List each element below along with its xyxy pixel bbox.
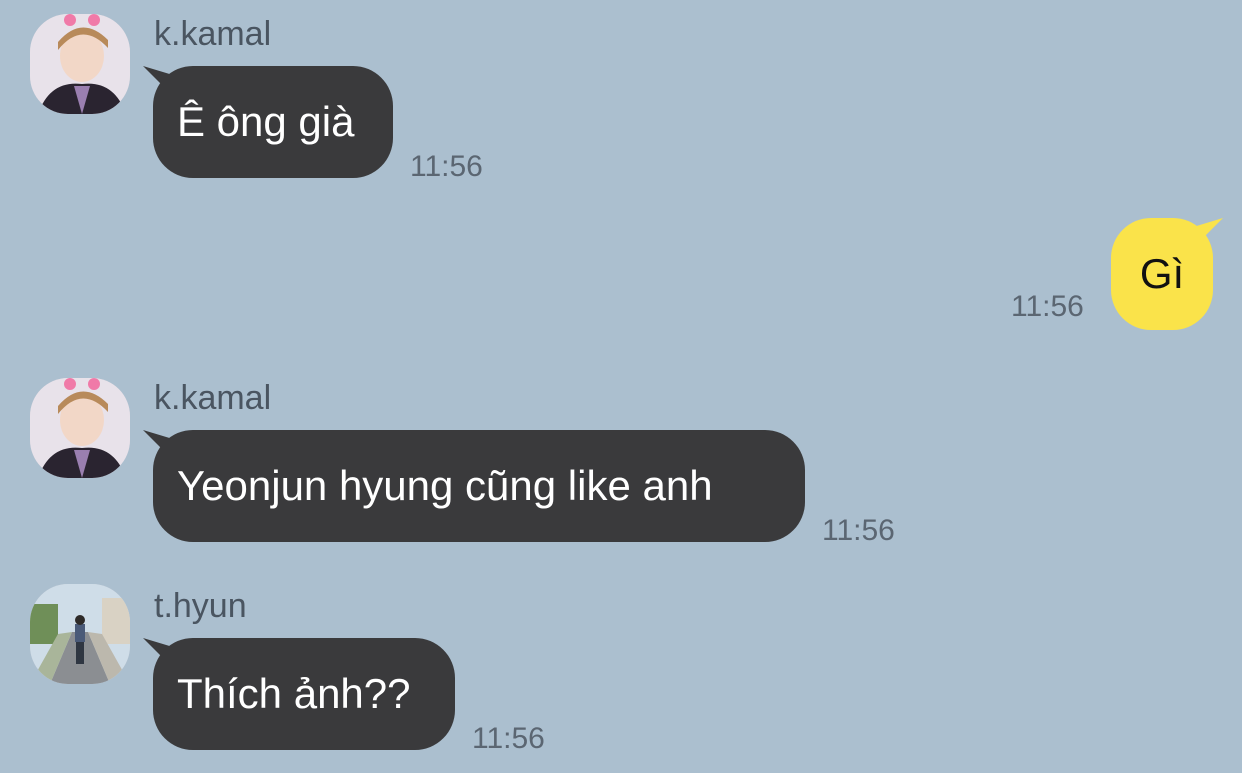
message-timestamp: 11:56 [472,722,545,755]
message-text: Yeonjun hyung cũng like anh [177,462,713,509]
incoming-message-bubble[interactable]: Ê ông già [153,66,393,178]
incoming-message-bubble[interactable]: Yeonjun hyung cũng like anh [153,430,805,542]
sender-name: k.kamal [154,379,272,417]
sender-name: t.hyun [154,587,247,625]
profile-photo-kkamal [30,14,130,114]
sender-name: k.kamal [154,15,272,53]
message-timestamp: 11:56 [1011,290,1084,323]
message-text: Gì [1139,250,1185,297]
profile-photo-kkamal [30,378,130,478]
message-text: Ê ông già [177,98,355,145]
message-timestamp: 11:56 [410,150,483,183]
avatar-kkamal[interactable] [30,378,130,478]
message-timestamp: 11:56 [822,514,895,547]
avatar-thyun[interactable] [30,584,130,684]
message-text: Thích ảnh?? [177,670,411,717]
incoming-message-bubble[interactable]: Thích ảnh?? [153,638,455,750]
outgoing-message-bubble[interactable]: Gì [1111,218,1213,330]
profile-photo-thyun [30,584,130,684]
avatar-kkamal[interactable] [30,14,130,114]
